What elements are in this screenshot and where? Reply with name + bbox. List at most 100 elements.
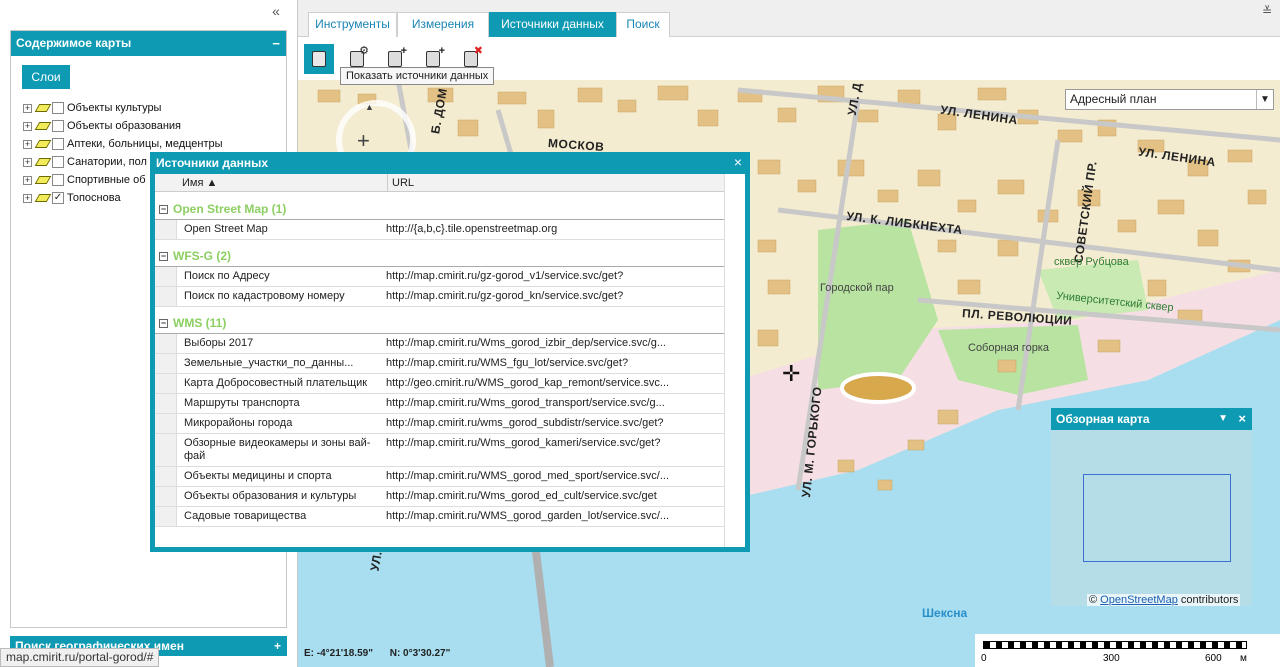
data-source-row[interactable]: Поиск по Адресу http://map.cmirit.ru/gz-g… (155, 266, 745, 287)
layer-icon (34, 176, 52, 184)
layer-row[interactable]: + Объекты образования (23, 117, 273, 135)
place-label: сквер Рубцова (1054, 256, 1129, 268)
collapse-map-contents-button[interactable]: − (272, 31, 280, 56)
toolbar-tooltip: Показать источники данных (340, 67, 495, 85)
tab-measurements[interactable]: Измерения (397, 12, 489, 37)
source-url: http://map.cmirit.ru/WMS_fgu_lot/service… (386, 357, 629, 369)
layer-checkbox[interactable] (52, 138, 64, 150)
data-source-row[interactable]: Open Street Map http://{a,b,c}.tile.opens… (155, 219, 745, 240)
overview-menu-button[interactable]: ▼ (1218, 408, 1228, 430)
column-url-header[interactable]: URL (387, 174, 414, 192)
expand-icon[interactable]: + (23, 103, 32, 113)
source-group-header[interactable]: − WMS (11) (155, 313, 745, 333)
tab-data-sources[interactable]: Источники данных (489, 12, 616, 37)
expand-icon[interactable]: + (23, 157, 32, 167)
layer-row[interactable]: + Аптеки, больницы, медцентры (23, 135, 273, 153)
overview-map-panel: Обзорная карта ▼ × © OpenStreetMap contr… (1051, 408, 1252, 606)
overview-close-button[interactable]: × (1238, 408, 1246, 430)
source-group-header[interactable]: − Open Street Map (1) (155, 199, 745, 219)
data-sources-list: − Open Street Map (1) Open Street Map http:… (155, 193, 745, 547)
row-gutter (155, 334, 177, 353)
tab-strip: Инструменты Измерения Источники данных П… (298, 0, 1280, 37)
data-source-row[interactable]: Микрорайоны города http://map.cmirit.ru/w… (155, 414, 745, 434)
remove-source-icon: ✖ (464, 46, 483, 67)
collapse-group-icon[interactable]: − (159, 204, 168, 214)
tab-search[interactable]: Поиск (616, 12, 670, 37)
data-source-row[interactable]: Обзорные видеокамеры и зоны вай-фай http:… (155, 434, 745, 467)
data-source-row[interactable]: Маршруты транспорта http://map.cmirit.ru/… (155, 394, 745, 414)
row-gutter (155, 220, 177, 239)
copyright-symbol: © (1089, 594, 1098, 606)
layer-checkbox[interactable] (52, 102, 64, 114)
scale-unit: м (1240, 653, 1247, 664)
row-gutter (155, 287, 177, 306)
source-name: Микрорайоны города (184, 417, 293, 429)
collapse-group-icon[interactable]: − (159, 251, 168, 261)
layer-checkbox[interactable] (52, 120, 64, 132)
pan-up-button[interactable]: ▲ (365, 102, 374, 112)
layer-label: Санатории, пол (67, 156, 147, 168)
source-url: http://map.cmirit.ru/wms_gorod_subdistr/… (386, 417, 664, 429)
data-source-row[interactable]: Выборы 2017 http://map.cmirit.ru/Wms_goro… (155, 333, 745, 354)
layer-checkbox[interactable] (52, 156, 64, 168)
source-name: Объекты образования и культуры (184, 490, 357, 502)
overview-extent-box[interactable] (1083, 474, 1231, 562)
layer-row[interactable]: + Объекты культуры (23, 99, 273, 117)
source-group-header[interactable]: − WFS-G (2) (155, 246, 745, 266)
layers-button[interactable]: Слои (22, 65, 70, 89)
collapse-top-panel-button[interactable]: ≚ (1262, 4, 1272, 18)
add-source-icon: + (388, 46, 407, 67)
source-url: http://map.cmirit.ru/Wms_gorod_transport… (386, 397, 665, 409)
source-name: Маршруты транспорта (184, 397, 300, 409)
data-source-row[interactable]: Поиск по кадастровому номеру http://map.c… (155, 287, 745, 307)
expand-geo-names-button[interactable]: + (274, 636, 281, 656)
layer-icon (34, 194, 52, 202)
grid-scrollbar[interactable] (724, 174, 745, 547)
layer-icon (34, 158, 52, 166)
row-gutter (155, 394, 177, 413)
tab-tools[interactable]: Инструменты (308, 12, 397, 37)
expand-icon[interactable]: + (23, 121, 32, 131)
scale-bar: 0 300 600 м (975, 634, 1280, 667)
expand-icon[interactable]: + (23, 193, 32, 203)
layer-label: Аптеки, больницы, медцентры (67, 138, 223, 150)
source-url: http://geo.cmirit.ru/WMS_gorod_kap_remon… (386, 377, 670, 389)
source-name: Open Street Map (184, 223, 268, 235)
data-sources-close-button[interactable]: × (734, 154, 742, 170)
layer-checkbox[interactable] (52, 174, 64, 186)
expand-icon[interactable]: + (23, 139, 32, 149)
column-name-header[interactable]: Имя ▲ (182, 174, 217, 192)
status-url: map.cmirit.ru/portal-gorod/# (0, 648, 160, 667)
data-source-row[interactable]: Объекты образования и культуры http://map… (155, 487, 745, 507)
source-name: Садовые товарищества (184, 510, 307, 522)
layer-label: Объекты культуры (67, 102, 162, 114)
coord-northing: N: 0°3'30.27" (389, 648, 451, 659)
source-name: Обзорные видеокамеры и зоны вай-фай (184, 437, 371, 462)
chevron-down-icon: ▼ (1256, 90, 1273, 109)
scale-ruler (983, 641, 1247, 649)
data-source-row[interactable]: Объекты медицины и спорта http://map.cmir… (155, 467, 745, 487)
data-source-row[interactable]: Карта Добросовестный плательщик http://ge… (155, 374, 745, 394)
scale-tick: 600 (1205, 653, 1222, 664)
place-label: Соборная горка (968, 342, 1049, 354)
collapse-left-panel-button[interactable]: « (268, 4, 284, 20)
coordinates-readout: E: -4°21'18.59" N: 0°3'30.27" (304, 648, 464, 659)
stadium (840, 372, 916, 404)
row-gutter (155, 354, 177, 373)
data-sources-grid: Имя ▲ URL − Open Street Map (1) Open Stree… (155, 174, 745, 547)
data-source-row[interactable]: Земельные_участки_по_данны... http://map.… (155, 354, 745, 374)
basemap-select[interactable]: Адресный план ▼ (1065, 89, 1274, 110)
basemap-select-value: Адресный план (1070, 92, 1157, 106)
source-group-title: WMS (11) (173, 316, 227, 330)
map-contents-title: Содержимое карты (16, 36, 132, 50)
layer-label: Объекты образования (67, 120, 182, 132)
source-url: http://map.cmirit.ru/Wms_gorod_ed_cult/s… (386, 490, 657, 502)
collapse-group-icon[interactable]: − (159, 318, 168, 328)
openstreetmap-link[interactable]: OpenStreetMap (1100, 594, 1178, 606)
layer-checkbox[interactable]: ✓ (52, 192, 64, 204)
show-data-sources-button[interactable] (304, 44, 334, 74)
grid-column-header: Имя ▲ URL (155, 174, 745, 192)
data-source-row[interactable]: Садовые товарищества http://map.cmirit.ru… (155, 507, 745, 527)
expand-icon[interactable]: + (23, 175, 32, 185)
zoom-in-button[interactable]: + (357, 128, 370, 154)
